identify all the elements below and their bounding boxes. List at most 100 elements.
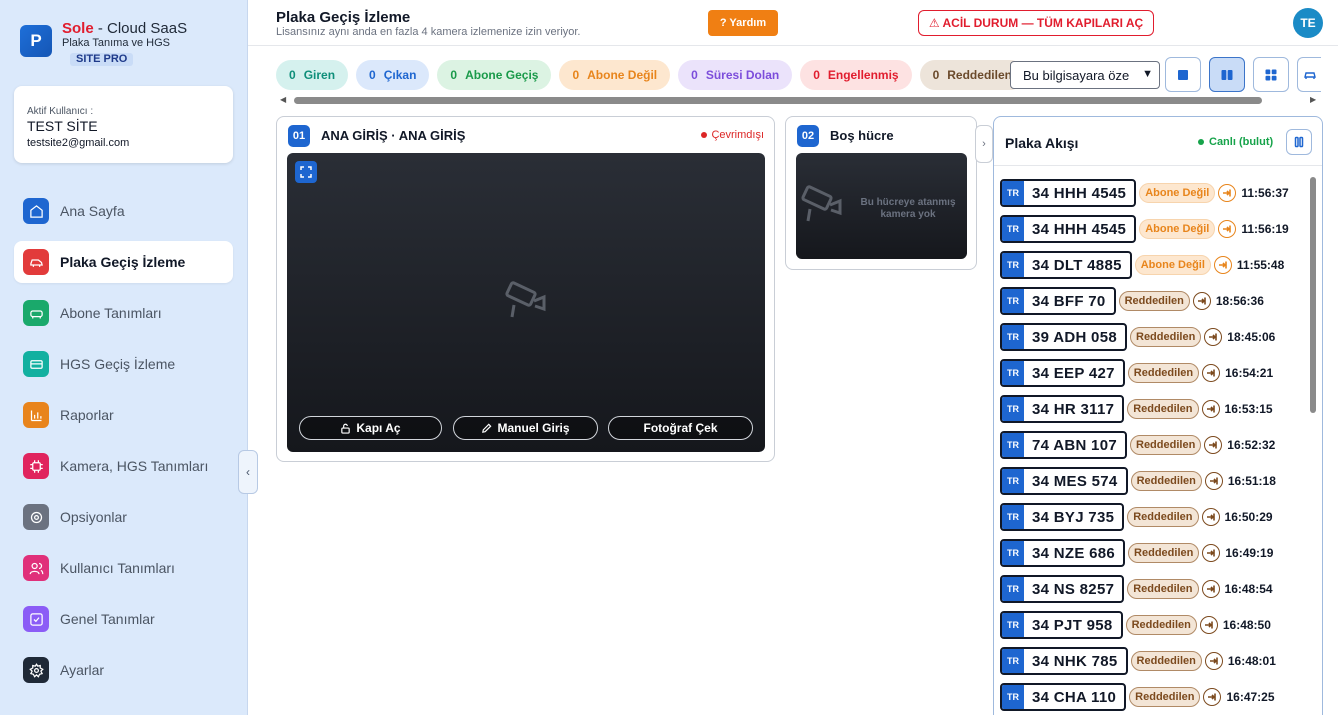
avatar[interactable]: TE — [1293, 8, 1323, 38]
sidebar: P Sole - Cloud SaaS Plaka Tanıma ve HGS … — [0, 0, 248, 715]
manual-entry-button[interactable]: Manuel Giriş — [453, 416, 598, 440]
filter-count: 0 — [813, 68, 820, 82]
pause-button[interactable] — [1286, 129, 1312, 155]
feed-scrollbar[interactable] — [1310, 177, 1316, 413]
sidebar-item-3[interactable]: Abone Tanımları — [14, 292, 233, 334]
plate-number: 34 NHK 785 — [1032, 652, 1118, 670]
list-item[interactable]: TR 34 BFF 70 Reddedilen 18:56:36 — [1000, 283, 1310, 319]
filter-scrollbar[interactable]: ◀ ▶ — [280, 95, 1320, 105]
layout-4-button[interactable] — [1253, 57, 1289, 92]
list-item[interactable]: TR 34 EEP 427 Reddedilen 16:54:21 — [1000, 355, 1310, 391]
list-item[interactable]: TR 34 HHH 4545 Abone Değil 11:56:19 — [1000, 211, 1310, 247]
list-item[interactable]: TR 34 NZE 686 Reddedilen 16:49:19 — [1000, 535, 1310, 571]
country-code: TR — [1002, 181, 1024, 205]
empty-cell-area[interactable]: Bu hücreye atanmış kamera yok — [796, 153, 967, 259]
plate-number: 34 PJT 958 — [1032, 616, 1113, 634]
status-badge: Reddedilen — [1127, 507, 1199, 527]
license-plate: TR 34 EEP 427 — [1000, 359, 1125, 387]
country-code: TR — [1002, 649, 1024, 673]
country-code: TR — [1002, 613, 1024, 637]
country-code: TR — [1002, 541, 1024, 565]
entry-arrow-icon — [1201, 400, 1220, 418]
camera-placeholder-icon — [505, 281, 546, 318]
list-item[interactable]: TR 34 CHA 110 Reddedilen 16:47:25 — [1000, 679, 1310, 715]
layout-1-button[interactable] — [1165, 57, 1201, 92]
sidebar-item-4[interactable]: HGS Geçiş İzleme — [14, 343, 233, 385]
filter-label: Çıkan — [383, 68, 417, 82]
page-subtitle: Lisansınız aynı anda en fazla 4 kamera i… — [276, 26, 581, 38]
status-text: Çevrimdışı — [711, 129, 764, 141]
list-item[interactable]: TR 34 NS 8257 Reddedilen 16:48:54 — [1000, 571, 1310, 607]
sidebar-item-1[interactable]: Ana Sayfa — [14, 190, 233, 232]
sidebar-item-8[interactable]: Kullanıcı Tanımları — [14, 547, 233, 589]
list-item[interactable]: TR 34 DLT 4885 Abone Değil 11:55:48 — [1000, 247, 1310, 283]
car-icon — [23, 249, 49, 275]
list-item[interactable]: TR 34 PJT 958 Reddedilen 16:48:50 — [1000, 607, 1310, 643]
layout-2-button[interactable] — [1209, 57, 1245, 92]
list-item[interactable]: TR 34 HHH 4545 Abone Değil 11:56:37 — [1000, 175, 1310, 211]
status-badge: Reddedilen — [1127, 579, 1199, 599]
sidebar-item-2[interactable]: Plaka Geçiş İzleme — [14, 241, 233, 283]
sidebar-item-9[interactable]: Genel Tanımlar — [14, 598, 233, 640]
status-badge: Abone Değil — [1134, 255, 1211, 275]
brand-subtitle: Plaka Tanıma ve HGS — [62, 37, 171, 49]
entry-arrow-icon — [1213, 256, 1232, 274]
sidebar-collapse-button[interactable]: ‹ — [238, 450, 258, 494]
entry-arrow-icon — [1204, 328, 1223, 346]
filter-pill[interactable]: 0 Süresi Dolan — [678, 60, 793, 90]
scroll-right-icon[interactable]: ▶ — [1310, 95, 1316, 104]
sidebar-item-label: Opsiyonlar — [60, 509, 127, 525]
filter-pill[interactable]: 0 Abone Değil — [559, 60, 671, 90]
filter-pill[interactable]: 0 Çıkan — [356, 60, 430, 90]
status-badge: Reddedilen — [1130, 471, 1202, 491]
filter-pill[interactable]: 0 Abone Geçiş — [437, 60, 552, 90]
display-select-value: Bu bilgisayara öze — [1023, 67, 1130, 83]
country-code: TR — [1002, 433, 1024, 457]
sidebar-item-5[interactable]: Raporlar — [14, 394, 233, 436]
list-item[interactable]: TR 34 NHK 785 Reddedilen 16:48:01 — [1000, 643, 1310, 679]
header: Plaka Geçiş İzleme Lisansınız aynı anda … — [248, 0, 1338, 46]
help-button[interactable]: ? Yardım — [708, 10, 778, 36]
feed-toggle-button[interactable]: › — [975, 125, 993, 163]
plate-number: 34 HHH 4545 — [1032, 220, 1127, 238]
camera-cell-2: 02 Boş hücre Bu hücreye atanmış kamera y… — [785, 116, 977, 270]
take-photo-button[interactable]: Fotoğraf Çek — [608, 416, 753, 440]
chip-icon — [23, 453, 49, 479]
feed-title: Plaka Akışı — [1005, 135, 1079, 151]
brand: P Sole - Cloud SaaS Plaka Tanıma ve HGS … — [20, 20, 187, 67]
sidebar-item-7[interactable]: Opsiyonlar — [14, 496, 233, 538]
camera-video[interactable]: Kapı Aç Manuel Giriş Fotoğraf Çek — [287, 153, 765, 452]
plate-number: 34 NZE 686 — [1032, 544, 1116, 562]
open-gate-button[interactable]: Kapı Aç — [299, 416, 442, 440]
filter-count: 0 — [450, 68, 458, 82]
sidebar-item-10[interactable]: Ayarlar — [14, 649, 233, 691]
entry-arrow-icon — [1201, 580, 1220, 598]
list-item[interactable]: TR 39 ADH 058 Reddedilen 18:45:06 — [1000, 319, 1310, 355]
license-plate: TR 34 BYJ 735 — [1000, 503, 1125, 531]
license-plate: TR 34 NS 8257 — [1000, 575, 1125, 603]
country-code: TR — [1002, 325, 1024, 349]
scroll-thumb[interactable] — [294, 97, 1262, 104]
emergency-open-all-button[interactable]: ⚠ ACİL DURUM — TÜM KAPILARI AÇ — [918, 10, 1154, 36]
list-item[interactable]: TR 34 MES 574 Reddedilen 16:51:18 — [1000, 463, 1310, 499]
country-code: TR — [1002, 361, 1024, 385]
timestamp: 11:55:48 — [1236, 258, 1285, 272]
car-view-button[interactable] — [1297, 57, 1321, 92]
fullscreen-icon[interactable] — [295, 161, 317, 183]
scroll-left-icon[interactable]: ◀ — [280, 95, 286, 104]
filter-pill[interactable]: 0 Engellenmiş — [800, 60, 912, 90]
display-select[interactable]: Bu bilgisayara öze ▼ — [1010, 61, 1160, 89]
country-code: TR — [1002, 577, 1024, 601]
filter-count: 0 — [369, 68, 376, 82]
license-plate: TR 34 CHA 110 — [1000, 683, 1127, 711]
list-item[interactable]: TR 34 HR 3117 Reddedilen 16:53:15 — [1000, 391, 1310, 427]
list-item[interactable]: TR 74 ABN 107 Reddedilen 16:52:32 — [1000, 427, 1310, 463]
filter-pill[interactable]: 0 Giren — [276, 60, 349, 90]
open-gate-label: Kapı Aç — [356, 421, 401, 435]
live-text: Canlı (bulut) — [1209, 136, 1274, 148]
sidebar-item-6[interactable]: Kamera, HGS Tanımları — [14, 445, 233, 487]
filter-bar: 0 Giren 0 Çıkan 0 Abone Geçiş 0 Abone Değil 0 Sür… — [276, 60, 1033, 90]
plate-number: 39 ADH 058 — [1032, 328, 1117, 346]
plate-number: 34 MES 574 — [1032, 472, 1118, 490]
list-item[interactable]: TR 34 BYJ 735 Reddedilen 16:50:29 — [1000, 499, 1310, 535]
